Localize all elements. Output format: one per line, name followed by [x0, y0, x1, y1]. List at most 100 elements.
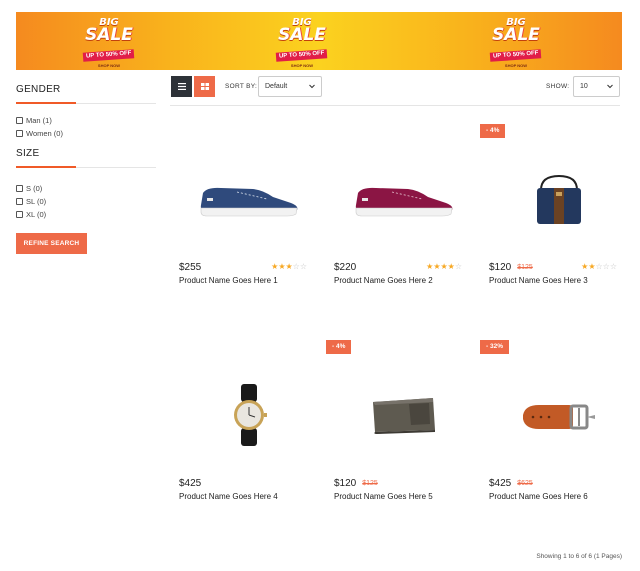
old-price: $125: [362, 479, 378, 487]
size-option-label: S (0): [26, 184, 43, 193]
product-price: $255: [179, 261, 202, 273]
size-filter-list: S (0) SL (0) XL (0): [16, 168, 156, 225]
product-price: $425: [489, 477, 512, 489]
star-icon: ☆: [292, 262, 300, 271]
price-row: $425: [179, 477, 307, 489]
gender-option-man[interactable]: Man (1): [16, 114, 156, 127]
product-card[interactable]: $220 ★ ★ ★ ★ ☆ Product Name Goes Here 2: [334, 124, 474, 324]
show-count-value: 10: [580, 83, 588, 90]
badge-shop-now: SHOP NOW: [290, 63, 314, 68]
product-card[interactable]: $425 Product Name Goes Here 4: [179, 340, 319, 540]
product-image[interactable]: [334, 360, 474, 470]
list-view-button[interactable]: [171, 76, 192, 97]
price-row: $255 ★ ★ ★ ☆ ☆: [179, 261, 307, 273]
gender-option-label: Man (1): [26, 116, 52, 125]
badge-sale-text: SALE: [85, 25, 133, 45]
star-icon: ☆: [602, 262, 610, 271]
badge-shop-now: SHOP NOW: [504, 63, 528, 68]
price-row: $425 $625: [489, 477, 617, 489]
rating-stars: ★ ★ ☆ ☆ ☆: [581, 263, 617, 271]
product-price: $220: [334, 261, 357, 273]
product-name[interactable]: Product Name Goes Here 6: [489, 492, 588, 501]
size-option-label: XL (0): [26, 210, 47, 219]
product-name[interactable]: Product Name Goes Here 3: [489, 276, 588, 285]
belt-icon: [523, 404, 595, 430]
product-name[interactable]: Product Name Goes Here 2: [334, 276, 433, 285]
discount-badge: - 4%: [326, 340, 352, 354]
size-option-s[interactable]: S (0): [16, 182, 156, 195]
star-icon: ☆: [454, 262, 462, 271]
product-name[interactable]: Product Name Goes Here 4: [179, 492, 278, 501]
checkbox[interactable]: [16, 185, 23, 192]
checkbox[interactable]: [16, 211, 23, 218]
sale-badge: BIG SALE UP TO 50% OFF SHOP NOW: [74, 18, 144, 68]
gender-option-label: Women (0): [26, 129, 63, 138]
product-price: $120: [334, 477, 357, 489]
star-icon: ★: [588, 262, 596, 271]
blue-sneaker-icon: [200, 187, 298, 217]
grid-icon: [200, 83, 209, 90]
product-card[interactable]: - 32% $425 $625 Product Name Goes Here 6: [480, 340, 620, 540]
discount-badge: - 32%: [480, 340, 509, 354]
badge-discount-text: UP TO 50% OFF: [83, 49, 135, 62]
pagination-summary: Showing 1 to 6 of 6 (1 Pages): [536, 553, 622, 560]
product-card[interactable]: - 4% $120 $125 ★ ★ ☆ ☆ ☆ Product Name Goes H…: [480, 124, 620, 324]
gender-filter-list: Man (1) Women (0): [16, 104, 156, 144]
star-icon: ★: [271, 262, 279, 271]
product-card[interactable]: - 4% $120 $125 Product Name Goes Here 5: [326, 340, 466, 540]
product-image[interactable]: [179, 144, 319, 254]
star-icon: ★: [278, 262, 286, 271]
product-card[interactable]: $255 ★ ★ ★ ☆ ☆ Product Name Goes Here 1: [179, 124, 319, 324]
size-filter-title: SIZE: [16, 144, 156, 168]
size-option-xl[interactable]: XL (0): [16, 208, 156, 221]
star-icon: ☆: [595, 262, 603, 271]
star-icon: ★: [440, 262, 448, 271]
badge-sale-text: SALE: [492, 25, 540, 45]
chevron-down-icon: [607, 84, 613, 89]
product-price: $425: [179, 477, 202, 489]
sort-by-select[interactable]: Default: [258, 76, 322, 97]
product-name[interactable]: Product Name Goes Here 5: [334, 492, 433, 501]
rating-stars: ★ ★ ★ ☆ ☆: [271, 263, 307, 271]
old-price: $625: [517, 479, 533, 487]
grid-view-button[interactable]: [194, 76, 215, 97]
product-image[interactable]: [489, 144, 629, 254]
sale-banner[interactable]: BIG SALE UP TO 50% OFF SHOP NOW BIG SALE…: [16, 12, 622, 70]
product-toolbar: SORT BY: Default SHOW: 10: [170, 76, 620, 106]
show-label: SHOW:: [546, 83, 570, 90]
star-icon: ★: [433, 262, 441, 271]
gender-option-women[interactable]: Women (0): [16, 127, 156, 140]
product-image[interactable]: [489, 360, 629, 470]
refine-search-button[interactable]: REFINE SEARCH: [16, 233, 87, 254]
checkbox[interactable]: [16, 130, 23, 137]
badge-shop-now: SHOP NOW: [97, 63, 121, 68]
star-icon: ★: [285, 262, 293, 271]
list-icon: [177, 83, 186, 90]
size-option-label: SL (0): [26, 197, 47, 206]
maroon-sneaker-icon: [355, 187, 453, 217]
star-icon: ☆: [299, 262, 307, 271]
chevron-down-icon: [309, 84, 315, 89]
star-icon: ☆: [609, 262, 617, 271]
sale-badge: BIG SALE UP TO 50% OFF SHOP NOW: [481, 18, 551, 68]
shoulder-bag-icon: [537, 174, 581, 224]
product-name[interactable]: Product Name Goes Here 1: [179, 276, 278, 285]
rating-stars: ★ ★ ★ ★ ☆: [426, 263, 462, 271]
badge-sale-text: SALE: [278, 25, 326, 45]
price-row: $220 ★ ★ ★ ★ ☆: [334, 261, 462, 273]
product-image[interactable]: [179, 360, 319, 470]
price-row: $120 $125: [334, 477, 462, 489]
star-icon: ★: [447, 262, 455, 271]
show-count-select[interactable]: 10: [573, 76, 620, 97]
discount-badge: - 4%: [480, 124, 506, 138]
sort-by-label: SORT BY:: [225, 83, 258, 90]
filter-sidebar: GENDER Man (1) Women (0) SIZE S (0) SL (…: [16, 80, 156, 254]
checkbox[interactable]: [16, 117, 23, 124]
sale-badge: BIG SALE UP TO 50% OFF SHOP NOW: [267, 18, 337, 68]
size-option-sl[interactable]: SL (0): [16, 195, 156, 208]
badge-discount-text: UP TO 50% OFF: [276, 49, 328, 62]
price-row: $120 $125 ★ ★ ☆ ☆ ☆: [489, 261, 617, 273]
product-image[interactable]: [334, 144, 474, 254]
checkbox[interactable]: [16, 198, 23, 205]
product-price: $120: [489, 261, 512, 273]
